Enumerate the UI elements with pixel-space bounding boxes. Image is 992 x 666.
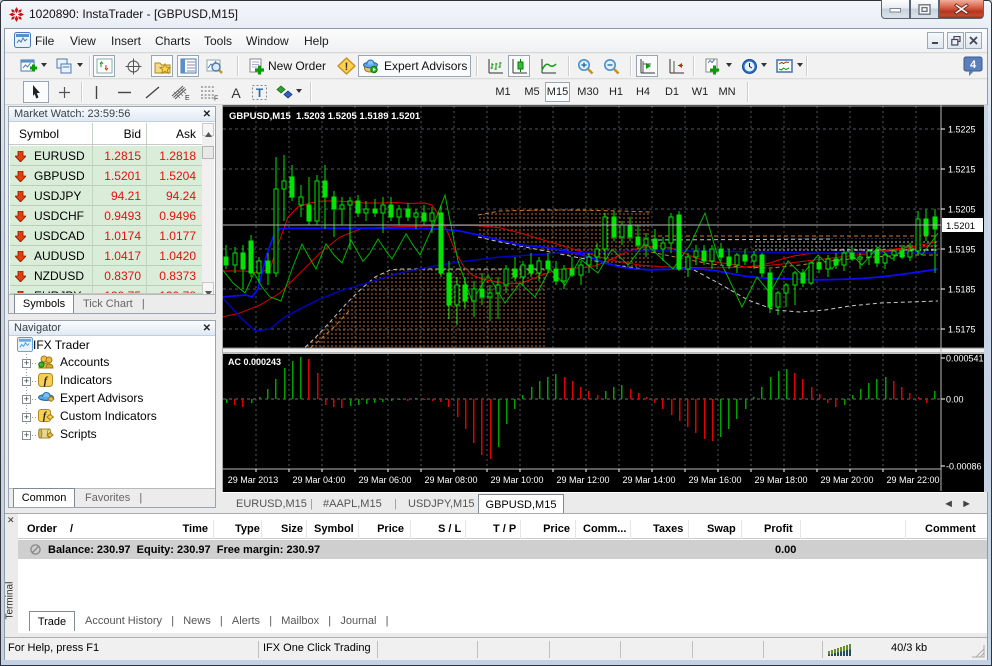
svg-text:29 Mar 06:00: 29 Mar 06:00 (358, 475, 411, 485)
svg-text:A: A (231, 85, 241, 100)
svg-text:29 Mar 12:00: 29 Mar 12:00 (556, 475, 609, 485)
svg-text:1.5195: 1.5195 (948, 245, 976, 255)
svg-text:!: ! (344, 61, 348, 73)
svg-text:4: 4 (970, 59, 977, 71)
svg-text:1.5225: 1.5225 (948, 125, 976, 135)
svg-text:29 Mar 18:00: 29 Mar 18:00 (754, 475, 807, 485)
svg-text:-0.00086: -0.00086 (946, 462, 982, 472)
svg-text:1.5175: 1.5175 (948, 325, 976, 335)
svg-text:29 Mar 22:00: 29 Mar 22:00 (886, 475, 939, 485)
svg-text:1.5205: 1.5205 (948, 205, 976, 215)
svg-text:29 Mar 04:00: 29 Mar 04:00 (292, 475, 345, 485)
svg-text:29 Mar 10:00: 29 Mar 10:00 (490, 475, 543, 485)
svg-text:F: F (214, 95, 218, 101)
svg-text:29 Mar 08:00: 29 Mar 08:00 (424, 475, 477, 485)
svg-text:0.000541: 0.000541 (946, 354, 984, 364)
svg-text:29 Mar 2013: 29 Mar 2013 (228, 475, 279, 485)
svg-text:E: E (185, 95, 190, 101)
svg-text:GBPUSD,M15 1.5203 1.5205 1.51: GBPUSD,M15 1.5203 1.5205 1.5189 1.5201 (229, 111, 421, 122)
svg-text:29 Mar 16:00: 29 Mar 16:00 (688, 475, 741, 485)
svg-text:T: T (255, 86, 263, 100)
svg-text:AC 0.000243: AC 0.000243 (228, 357, 281, 367)
svg-text:1.5201: 1.5201 (946, 221, 975, 232)
svg-text:0.00: 0.00 (946, 395, 964, 405)
svg-text:1.5215: 1.5215 (948, 165, 976, 175)
svg-text:29 Mar 20:00: 29 Mar 20:00 (820, 475, 873, 485)
svg-text:29 Mar 14:00: 29 Mar 14:00 (622, 475, 675, 485)
svg-text:1.5185: 1.5185 (948, 285, 976, 295)
